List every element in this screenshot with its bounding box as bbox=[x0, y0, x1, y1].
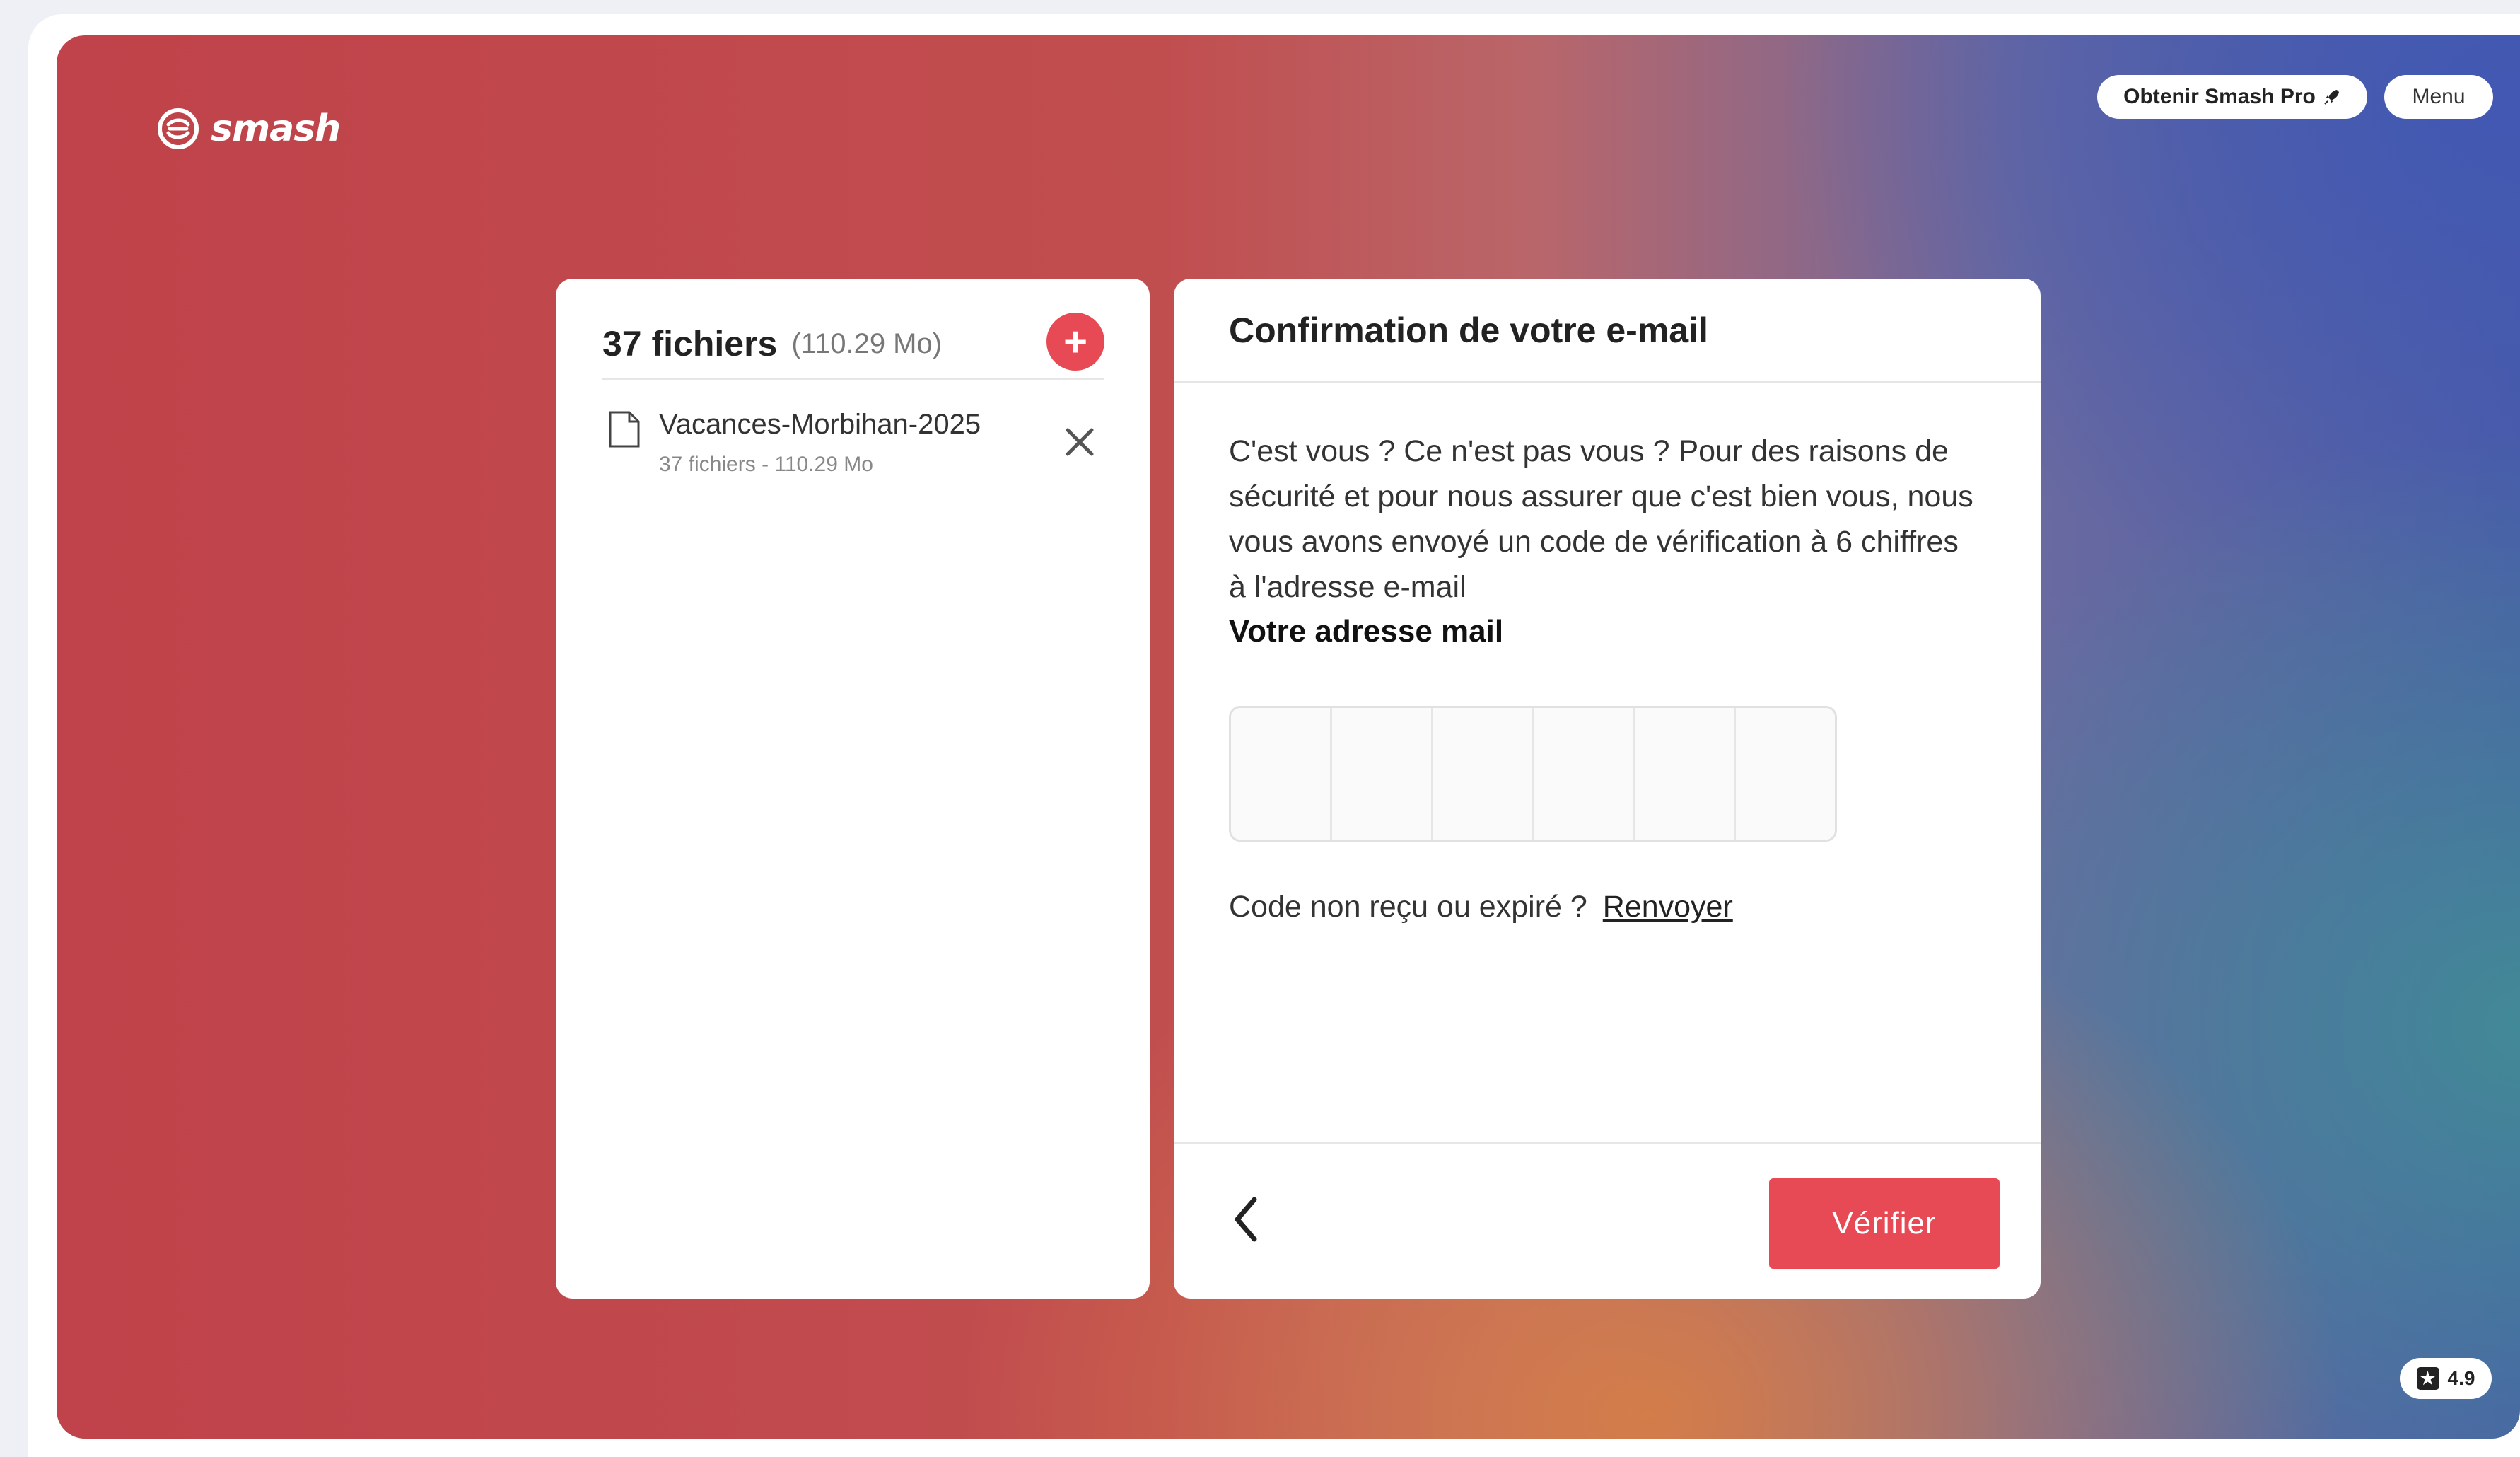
smash-logo-icon bbox=[158, 108, 199, 149]
code-digit-3[interactable] bbox=[1433, 708, 1534, 840]
email-confirmation-panel: Confirmation de votre e-mail C'est vous … bbox=[1174, 279, 2041, 1299]
add-files-button[interactable]: + bbox=[1046, 313, 1104, 371]
files-total-size: (110.29 Mo) bbox=[791, 327, 943, 359]
code-digit-2[interactable] bbox=[1331, 708, 1433, 840]
verify-button[interactable]: Vérifier bbox=[1769, 1178, 2000, 1269]
file-name: Vacances-Morbihan-2025 bbox=[659, 409, 981, 440]
brand-logo[interactable]: smash bbox=[156, 106, 341, 151]
close-icon[interactable] bbox=[1062, 424, 1097, 460]
email-address-label: Votre adresse mail bbox=[1229, 614, 1504, 649]
resend-prompt: Code non reçu ou expiré ? bbox=[1229, 890, 1587, 924]
folder-icon bbox=[609, 411, 640, 448]
get-pro-button[interactable]: Obtenir Smash Pro bbox=[2097, 75, 2367, 119]
brand-name: smash bbox=[211, 108, 341, 150]
star-icon: ★ bbox=[2416, 1367, 2439, 1390]
code-digit-1[interactable] bbox=[1231, 708, 1332, 840]
resend-link[interactable]: Renvoyer bbox=[1603, 890, 1733, 924]
confirm-header: Confirmation de votre e-mail bbox=[1174, 279, 2041, 383]
verification-code-input[interactable] bbox=[1229, 706, 1837, 842]
footer-divider bbox=[1174, 1142, 2041, 1144]
files-count-title: 37 fichiers bbox=[602, 324, 778, 364]
menu-button[interactable]: Menu bbox=[2384, 75, 2493, 119]
files-panel: 37 fichiers (110.29 Mo) + Vacances-Morbi… bbox=[556, 279, 1150, 1299]
code-digit-6[interactable] bbox=[1736, 708, 1835, 840]
rating-value: 4.9 bbox=[2447, 1367, 2475, 1389]
plus-icon: + bbox=[1063, 318, 1087, 365]
code-digit-5[interactable] bbox=[1635, 708, 1737, 840]
confirm-message: C'est vous ? Ce n'est pas vous ? Pour de… bbox=[1229, 434, 1973, 604]
get-pro-label: Obtenir Smash Pro bbox=[2123, 85, 2316, 108]
file-list-item: Vacances-Morbihan-2025 37 fichiers - 110… bbox=[602, 406, 1104, 498]
code-digit-4[interactable] bbox=[1534, 708, 1635, 840]
resend-row: Code non reçu ou expiré ? Renvoyer bbox=[1229, 890, 1733, 924]
rocket-icon bbox=[2324, 90, 2339, 105]
file-meta: 37 fichiers - 110.29 Mo bbox=[659, 453, 873, 476]
files-header: 37 fichiers (110.29 Mo) + bbox=[602, 310, 1104, 380]
back-chevron-icon[interactable] bbox=[1229, 1191, 1264, 1248]
rating-badge[interactable]: ★ 4.9 bbox=[2400, 1358, 2492, 1399]
confirm-title: Confirmation de votre e-mail bbox=[1229, 310, 1708, 350]
